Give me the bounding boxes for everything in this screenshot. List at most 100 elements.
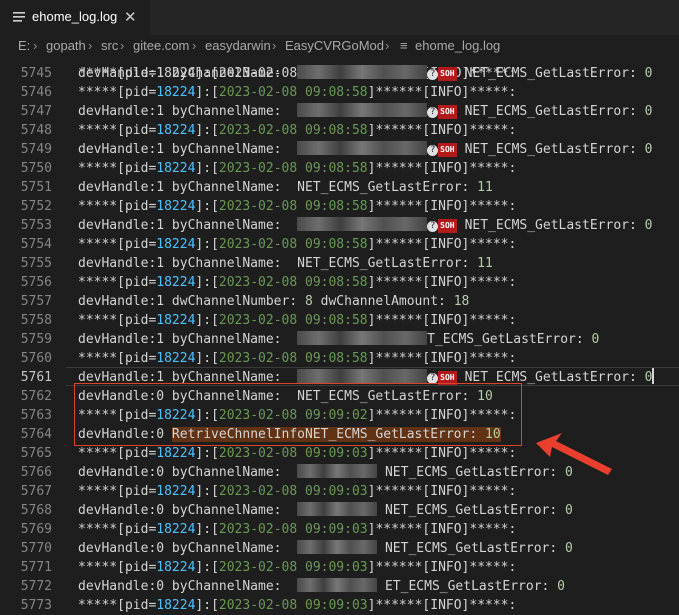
breadcrumb-item[interactable]: EasyCVRGoMod [285,38,384,53]
code-text: *****[pid=18224]:[2023-02-08 09:09:03]**… [78,446,517,461]
code-text: *****[pid=18224]:[2023-02-08 09:08:58]**… [78,199,517,214]
code-text: devHandle:0 byChannelName: NET_ECMS_GetL… [78,502,573,518]
error-code: 0 [644,104,653,119]
breadcrumb-item[interactable]: E: [18,38,30,53]
soh-control-char: SOH [438,219,457,233]
code-line: 5750 *****[pid=18224]:[2023-02-08 09:08:5… [0,159,679,178]
pid-value: 18224 [156,275,196,290]
timestamp: 2023-02-08 09:09:03 [218,598,368,613]
pid-value: 18224 [156,446,196,461]
code-line: 5754 *****[pid=18224]:[2023-02-08 09:08:5… [0,235,679,254]
line-number: 5772 [20,579,52,594]
unknown-char-icon: ? [427,221,439,232]
soh-control-char: SOH [438,105,457,119]
code-text: devHandle:1 byChannelName: ? SOH NET_ECMS_… [78,217,653,233]
tab-ehome-log[interactable]: ehome_log.log ✕ [0,0,150,35]
code-text: *****[pid=18224]:[2023-02-08 09:09:03]**… [78,560,517,575]
tab-label: ehome_log.log [32,9,118,24]
unknown-char-icon: ? [427,69,439,80]
code-text: devHandle:0 byChannelName: NET_ECMS_GetL… [78,540,573,556]
line-number: 5769 [20,522,52,537]
breadcrumb-item[interactable]: gitee.com [133,38,189,53]
chevron-right-icon: › [88,38,93,53]
pid-value: 18224 [156,199,196,214]
redacted-text [297,502,378,516]
line-number: 5748 [20,123,52,138]
code-text: devHandle:1 byChannelName: ? SOH NET_ECMS_… [78,65,653,81]
code-text: devHandle:1 dwChannelNumber: 8 dwChannel… [78,294,470,309]
code-text: *****[pid=18224]:[2023-02-08 09:08:58]**… [78,123,517,138]
redacted-text [297,578,378,592]
line-number: 5755 [20,256,52,271]
timestamp: 2023-02-08 09:08:58 [218,85,368,100]
timestamp: 2023-02-08 09:08:58 [218,351,368,366]
line-number: 5771 [20,560,52,575]
breadcrumb-item[interactable]: gopath [46,38,86,53]
tab-bar: ehome_log.log ✕ [0,0,679,35]
code-line: 5751 devHandle:1 byChannelName: NET_ECMS_… [0,178,679,197]
file-lines-icon: ≡ [400,38,408,53]
code-text: devHandle:0 byChannelName: NET_ECMS_GetL… [78,464,573,480]
pid-value: 18224 [156,161,196,176]
line-number: 5756 [20,275,52,290]
line-number: 5762 [20,389,52,404]
code-line: 5757 devHandle:1 dwChannelNumber: 8 dwCha… [0,292,679,311]
code-line: 5770 devHandle:0 byChannelName: NET_ECMS_… [0,539,679,558]
pid-value: 18224 [156,484,196,499]
code-line: 5772 devHandle:0 byChannelName: ET_ECMS_G… [0,577,679,596]
code-text: devHandle:1 byChannelName: ? SOH NET_ECMS_… [78,141,653,157]
breadcrumb-item[interactable]: ehome_log.log [415,38,500,53]
code-line: 5746 *****[pid=18224]:[2023-02-08 09:08:5… [0,83,679,102]
close-icon[interactable]: ✕ [124,8,137,26]
chevron-right-icon: › [272,38,277,53]
code-line: 5755 devHandle:1 byChannelName: NET_ECMS_… [0,254,679,273]
editor[interactable]: *****[pid=18224]:[2023-02-08 09:08:58]**… [0,57,679,615]
error-code: 0 [644,218,653,233]
error-code: 11 [477,180,493,195]
line-number: 5746 [20,85,52,100]
code-line: 5752 *****[pid=18224]:[2023-02-08 09:08:5… [0,197,679,216]
breadcrumb-item[interactable]: src [101,38,118,53]
pid-value: 18224 [156,351,196,366]
line-number: 5747 [20,104,52,119]
code-line: 5759 devHandle:1 byChannelName: T_ECMS_Ge… [0,330,679,349]
error-code: 0 [644,142,653,157]
pid-value: 18224 [156,560,196,575]
line-number: 5763 [20,408,52,423]
soh-control-char: SOH [438,67,457,81]
chevron-right-icon: › [120,38,125,53]
chevron-right-icon: › [385,38,390,53]
pid-value: 18224 [156,237,196,252]
line-number: 5768 [20,503,52,518]
code-text: *****[pid=18224]:[2023-02-08 09:08:58]**… [78,313,517,328]
timestamp: 2023-02-08 09:09:03 [218,446,368,461]
code-line: 5771 *****[pid=18224]:[2023-02-08 09:09:0… [0,558,679,577]
code-text: *****[pid=18224]:[2023-02-08 09:08:58]**… [78,237,517,252]
error-code: 0 [591,332,600,347]
error-code: 0 [644,66,653,81]
timestamp: 2023-02-08 09:09:03 [218,522,368,537]
code-text: *****[pid=18224]:[2023-02-08 09:08:58]**… [78,161,517,176]
line-number: 5745 [20,66,52,81]
line-number: 5757 [20,294,52,309]
number-value: 18 [453,294,470,309]
line-number: 5750 [20,161,52,176]
line-number: 5753 [20,218,52,233]
line-number: 5765 [20,446,52,461]
line-number: 5773 [20,598,52,613]
redacted-text [297,103,428,117]
timestamp: 2023-02-08 09:09:03 [218,484,368,499]
code-line: 5773 *****[pid=18224]:[2023-02-08 09:09:0… [0,596,679,615]
code-text: *****[pid=18224]:[2023-02-08 09:08:58]**… [78,275,517,290]
redacted-text [297,217,428,231]
unknown-char-icon: ? [427,107,439,118]
line-number: 5758 [20,313,52,328]
redacted-text [297,65,428,79]
unknown-char-icon: ? [427,145,439,156]
code-text: devHandle:1 byChannelName: NET_ECMS_GetL… [78,256,493,271]
error-code: 0 [644,370,653,385]
timestamp: 2023-02-08 09:08:58 [218,199,368,214]
code-text: devHandle:1 byChannelName: NET_ECMS_GetL… [78,180,493,195]
breadcrumb-item[interactable]: easydarwin [205,38,271,53]
line-number: 5766 [20,465,52,480]
